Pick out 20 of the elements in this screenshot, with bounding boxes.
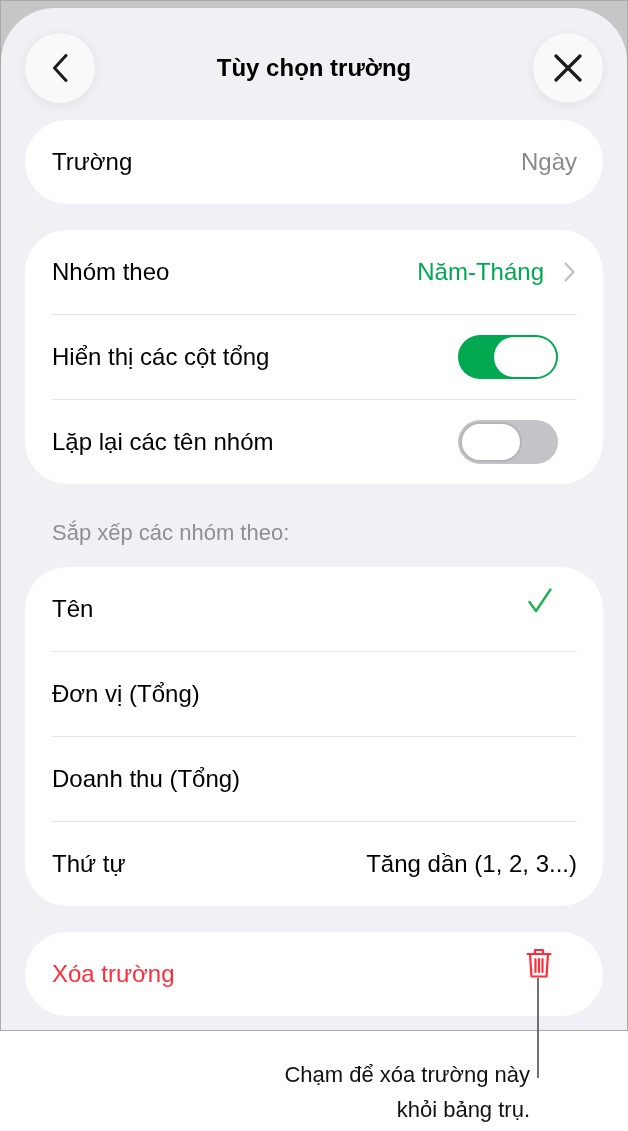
setting-label: Trường xyxy=(52,148,133,176)
back-chevron-icon xyxy=(52,54,68,82)
section-header: Sắp xếp các nhóm theo: xyxy=(52,520,290,546)
sort-order-value[interactable]: Tăng dần (1, 2, 3...) xyxy=(366,850,577,878)
setting-label: Nhóm theo xyxy=(52,258,170,286)
setting-label: Hiển thị các cột tổng xyxy=(52,343,270,371)
delete-field-button[interactable]: Xóa trường xyxy=(25,932,603,1016)
callout-text: Chạm để xóa trường này khỏi bảng trụ. xyxy=(283,1061,530,1124)
setting-label: Thứ tự xyxy=(52,850,126,878)
toggle-switch[interactable] xyxy=(458,335,558,379)
trash-icon xyxy=(526,948,552,978)
sort-option[interactable]: Tên xyxy=(52,567,577,651)
sort-option[interactable]: Doanh thu (Tổng) xyxy=(52,737,577,821)
setting-value: Ngày xyxy=(520,148,577,176)
chevron-right-icon xyxy=(564,262,575,282)
sort-option[interactable]: Đơn vị (Tổng) xyxy=(52,652,577,736)
setting-label: Lặp lại các tên nhóm xyxy=(52,428,274,456)
close-icon xyxy=(554,54,582,82)
sheet-title: Tùy chọn trường xyxy=(216,54,412,82)
toggle-switch[interactable] xyxy=(458,420,558,464)
